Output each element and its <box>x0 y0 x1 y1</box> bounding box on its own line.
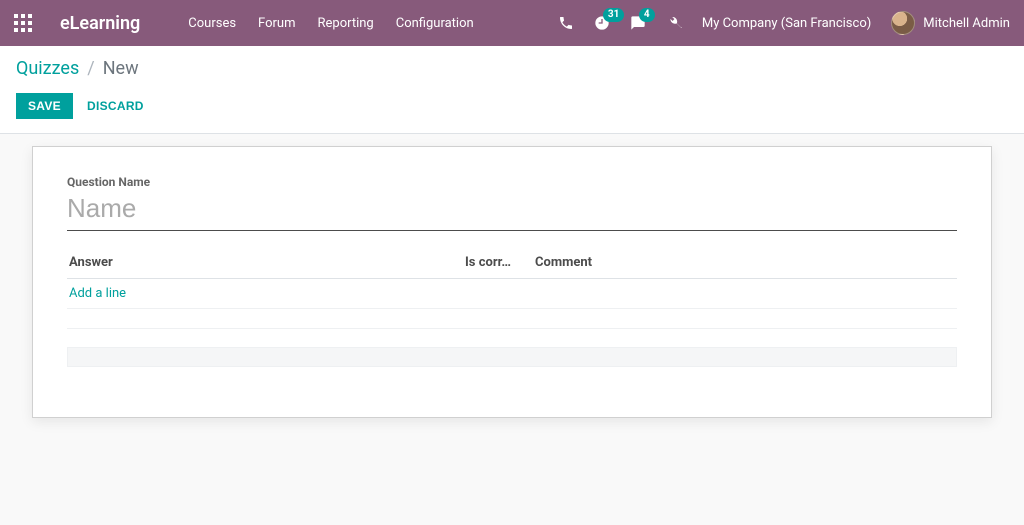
tools-icon[interactable] <box>666 15 682 31</box>
col-comment[interactable]: Comment <box>535 255 955 270</box>
table-row: Add a line <box>67 279 957 309</box>
user-name: Mitchell Admin <box>923 16 1010 31</box>
main-menu: Courses Forum Reporting Configuration <box>188 16 473 31</box>
add-line-link[interactable]: Add a line <box>69 286 126 301</box>
phone-icon[interactable] <box>558 15 574 31</box>
menu-configuration[interactable]: Configuration <box>396 16 474 31</box>
brand-title[interactable]: eLearning <box>60 13 140 34</box>
question-name-label: Question Name <box>67 175 957 189</box>
company-switch[interactable]: My Company (San Francisco) <box>702 16 871 31</box>
discard-button[interactable]: DISCARD <box>87 99 144 113</box>
answers-table: Answer Is corr… Comment Add a line <box>67 249 957 367</box>
menu-reporting[interactable]: Reporting <box>318 16 374 31</box>
user-menu[interactable]: Mitchell Admin <box>891 11 1010 35</box>
top-navbar: eLearning Courses Forum Reporting Config… <box>0 0 1024 46</box>
table-row-empty <box>67 309 957 329</box>
table-footer-block <box>67 347 957 367</box>
messages-badge: 4 <box>639 8 655 22</box>
form-sheet: Question Name Answer Is corr… Comment Ad… <box>32 146 992 418</box>
breadcrumb: Quizzes / New <box>16 58 1008 79</box>
messages-icon[interactable]: 4 <box>630 15 646 31</box>
breadcrumb-sep: / <box>87 58 94 79</box>
activities-badge: 31 <box>603 8 624 22</box>
activities-icon[interactable]: 31 <box>594 15 610 31</box>
menu-courses[interactable]: Courses <box>188 16 236 31</box>
sheet-background: Question Name Answer Is corr… Comment Ad… <box>0 134 1024 525</box>
col-is-correct[interactable]: Is corr… <box>465 255 535 270</box>
avatar <box>891 11 915 35</box>
col-answer[interactable]: Answer <box>69 255 465 270</box>
save-button[interactable]: SAVE <box>16 93 73 119</box>
breadcrumb-current: New <box>103 58 139 79</box>
menu-forum[interactable]: Forum <box>258 16 295 31</box>
breadcrumb-parent[interactable]: Quizzes <box>16 58 79 79</box>
apps-icon[interactable] <box>14 14 32 32</box>
answers-header: Answer Is corr… Comment <box>67 249 957 279</box>
question-name-input[interactable] <box>67 191 957 231</box>
control-panel: Quizzes / New SAVE DISCARD <box>0 46 1024 134</box>
